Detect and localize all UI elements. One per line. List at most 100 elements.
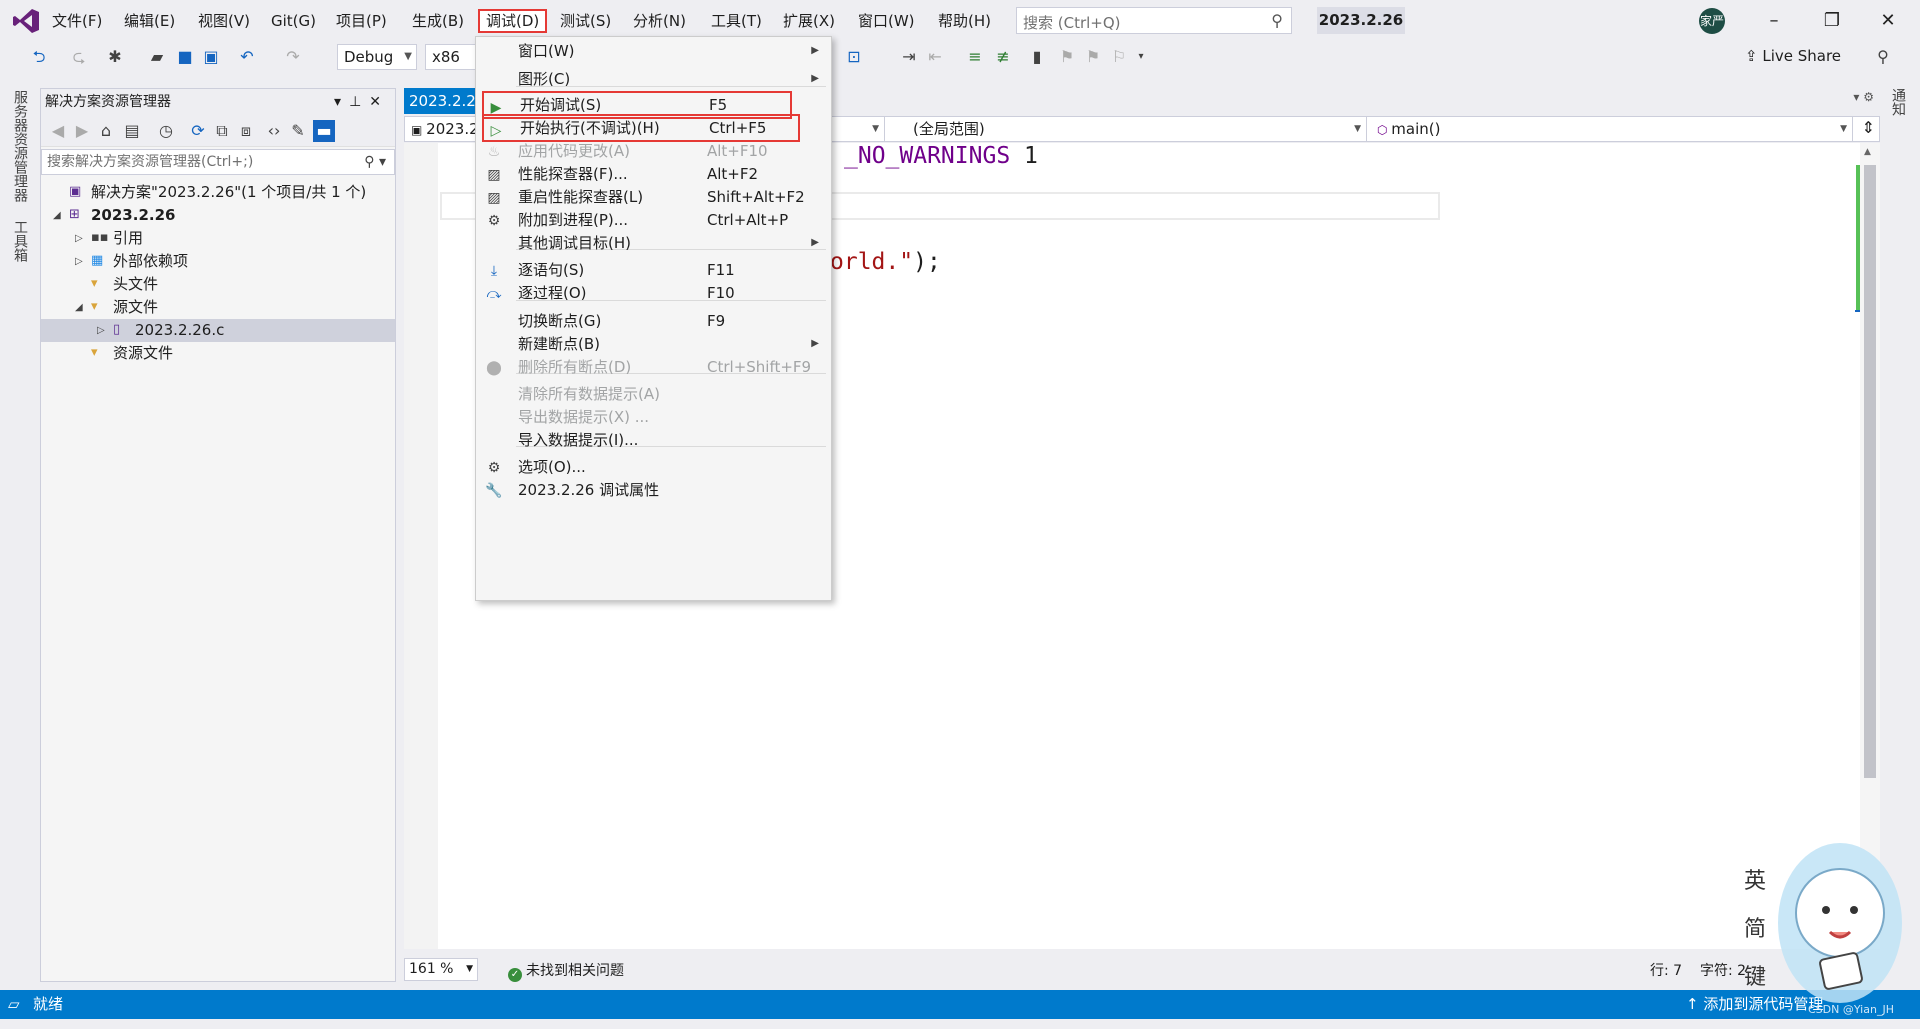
- filter-icon: ▾: [91, 299, 98, 314]
- switch-views-icon[interactable]: ▤: [121, 120, 143, 142]
- next-bookmark-icon[interactable]: ⚑: [1082, 46, 1104, 68]
- expander-icon[interactable]: ◢: [75, 296, 87, 319]
- forward-icon[interactable]: ▶: [71, 120, 93, 142]
- menu-item-9[interactable]: 工具(T): [705, 9, 768, 33]
- scrollbar-thumb[interactable]: [1864, 165, 1876, 778]
- step-into-icon: ⤓: [490, 263, 498, 279]
- solution-explorer-toolbar: ◀ ▶ ⌂ ▤ ◷ ⟳ ⧉ ⧈ ‹› ✎ ▬: [41, 115, 395, 147]
- scope-combo[interactable]: (全局范围) ▼: [889, 117, 1367, 141]
- restore-button[interactable]: ❐: [1812, 6, 1852, 36]
- redo-icon[interactable]: ↷: [282, 46, 304, 68]
- expander-icon[interactable]: ▷: [75, 227, 87, 250]
- undo-icon[interactable]: ↶: [236, 46, 258, 68]
- menu-item-3[interactable]: Git(G): [265, 9, 322, 33]
- tree-node[interactable]: ◢ ▾ 源文件: [41, 296, 395, 319]
- debug-menu-item[interactable]: 其他调试目标(H) ▶: [476, 229, 831, 257]
- comment-icon[interactable]: ≡: [964, 46, 986, 68]
- step-over-icon: ⤼: [486, 286, 502, 302]
- chevron-down-icon: ▼: [1354, 124, 1361, 134]
- show-all-files-icon[interactable]: ⧈: [235, 120, 257, 142]
- menu-item-12[interactable]: 帮助(H): [932, 9, 997, 33]
- save-icon[interactable]: ■: [174, 46, 196, 68]
- indent-icon[interactable]: ⇥: [898, 46, 920, 68]
- save-all-icon[interactable]: ▣: [200, 46, 222, 68]
- forward-icon[interactable]: ⮎: [68, 46, 90, 68]
- issues-indicator[interactable]: ✓ 未找到相关问题: [508, 960, 624, 982]
- code-view-icon[interactable]: ‹›: [263, 120, 285, 142]
- server-explorer-tab[interactable]: 服务器资源管理器: [10, 90, 30, 202]
- notifications-tab[interactable]: 通知: [1888, 88, 1908, 116]
- sync-icon[interactable]: ⟳: [187, 120, 209, 142]
- editor-margin: [404, 143, 438, 949]
- home-icon[interactable]: ⌂: [95, 120, 117, 142]
- pending-changes-icon[interactable]: ◷: [155, 120, 177, 142]
- platform-select[interactable]: x86: [425, 44, 475, 70]
- menu-item-8[interactable]: 分析(N): [627, 9, 692, 33]
- scroll-up-icon[interactable]: ▲: [1864, 147, 1871, 157]
- avatar[interactable]: 家严: [1699, 8, 1725, 34]
- zoom-select[interactable]: 161 % ▼: [404, 958, 478, 981]
- pin-icon[interactable]: ⊥: [349, 94, 369, 110]
- tree-node[interactable]: ▷ ▦ 外部依赖项: [41, 250, 395, 273]
- visual-studio-logo-icon: [13, 9, 39, 33]
- expander-icon[interactable]: ▷: [97, 319, 109, 342]
- close-icon[interactable]: ✕: [369, 94, 389, 110]
- menu-item-2[interactable]: 视图(V): [192, 9, 256, 33]
- collapse-all-icon[interactable]: ⧉: [211, 120, 233, 142]
- configuration-select[interactable]: Debug ▼: [337, 44, 417, 70]
- toolbox-tab[interactable]: 工具箱: [10, 220, 30, 262]
- debug-menu-item[interactable]: 图形(C) ▶: [476, 65, 831, 93]
- menu-item-10[interactable]: 扩展(X): [777, 9, 841, 33]
- new-project-icon[interactable]: ✱: [104, 46, 126, 68]
- menu-item-7[interactable]: 测试(S): [554, 9, 617, 33]
- preview-selected-icon[interactable]: ▬: [313, 120, 335, 142]
- back-icon[interactable]: ⮌: [28, 46, 50, 68]
- debug-menu-item[interactable]: ⤼ 逐过程(O) F10: [476, 279, 831, 307]
- prev-bookmark-icon[interactable]: ⚑: [1056, 46, 1078, 68]
- tree-node-label: 头文件: [113, 275, 159, 293]
- editor-tab[interactable]: 2023.2.26: [404, 88, 480, 114]
- flame-icon: ♨: [487, 144, 501, 160]
- live-share-button[interactable]: ⇪ Live Share: [1745, 47, 1841, 65]
- debug-menu-item[interactable]: 导入数据提示(I)...: [476, 426, 831, 454]
- menu-item-11[interactable]: 窗口(W): [852, 9, 921, 33]
- properties-wrench-icon[interactable]: ✎: [287, 120, 309, 142]
- tree-node[interactable]: ▾ 头文件: [41, 273, 395, 296]
- bookmark-icon[interactable]: ▮: [1026, 46, 1048, 68]
- close-button[interactable]: ✕: [1868, 6, 1908, 36]
- split-editor-icon[interactable]: ⇕: [1862, 118, 1875, 137]
- chevron-down-icon: ▼: [466, 964, 473, 974]
- attach-icon: ⚙: [487, 213, 501, 229]
- toolbar-overflow-icon[interactable]: ▾: [1130, 46, 1152, 68]
- dropdown-icon[interactable]: ▾: [334, 94, 349, 110]
- open-folder-icon[interactable]: ▰: [146, 46, 168, 68]
- menu-item-label: 删除所有断点(D): [518, 358, 632, 376]
- uncomment-icon[interactable]: ≢: [992, 46, 1014, 68]
- menu-item-4[interactable]: 项目(P): [330, 9, 393, 33]
- debug-menu-item[interactable]: 窗口(W) ▶: [476, 37, 831, 65]
- menu-item-6[interactable]: 调试(D): [478, 9, 548, 33]
- solution-search-input[interactable]: 搜索解决方案资源管理器(Ctrl+;) ⚲ ▾: [41, 149, 395, 175]
- tab-overflow-icon[interactable]: ▾ ⚙: [1853, 90, 1874, 104]
- expander-icon[interactable]: ▷: [75, 250, 87, 273]
- tree-node[interactable]: ◢ ⊞ 2023.2.26: [41, 204, 395, 227]
- minimize-button[interactable]: –: [1754, 6, 1794, 36]
- menu-item-1[interactable]: 编辑(E): [118, 9, 181, 33]
- menu-item-0[interactable]: 文件(F): [46, 9, 108, 33]
- tree-node[interactable]: ▣ 解决方案"2023.2.26"(1 个项目/共 1 个): [41, 181, 395, 204]
- expander-icon[interactable]: ◢: [53, 204, 65, 227]
- tree-node[interactable]: ▾ 资源文件: [41, 342, 395, 365]
- back-icon[interactable]: ◀: [47, 120, 69, 142]
- feedback-icon[interactable]: ⚲: [1872, 46, 1894, 68]
- issues-text: 未找到相关问题: [526, 963, 624, 979]
- debug-menu-item[interactable]: 🔧 2023.2.26 调试属性: [476, 476, 831, 504]
- search-input[interactable]: 搜索 (Ctrl+Q) ⚲: [1016, 7, 1292, 34]
- menu-item-label: 图形(C): [518, 70, 571, 88]
- tree-node[interactable]: ▷ ▪▪ 引用: [41, 227, 395, 250]
- menu-item-5[interactable]: 生成(B): [406, 9, 470, 33]
- screenshot-icon[interactable]: ⊡: [843, 46, 865, 68]
- outdent-icon[interactable]: ⇤: [924, 46, 946, 68]
- member-combo[interactable]: ⬡ main() ▼: [1371, 117, 1853, 141]
- clear-bookmarks-icon[interactable]: ⚐: [1108, 46, 1130, 68]
- tree-node[interactable]: ▷ ▯ 2023.2.26.c: [41, 319, 395, 342]
